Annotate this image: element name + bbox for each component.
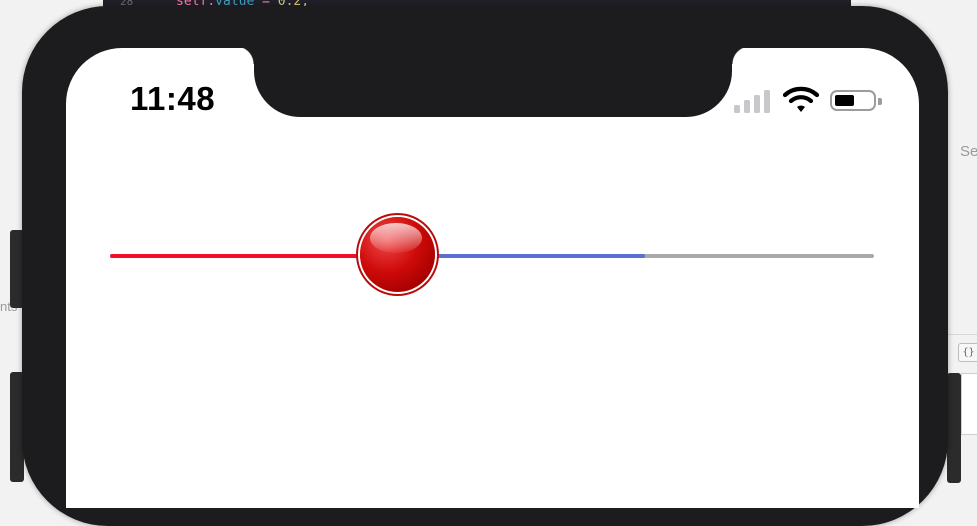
wifi-icon xyxy=(783,86,819,112)
signal-bar-3 xyxy=(754,95,760,113)
device-notch xyxy=(236,46,750,117)
battery-cap xyxy=(878,98,882,105)
device-side-button-right xyxy=(947,373,961,483)
playback-slider[interactable] xyxy=(110,217,874,292)
signal-bar-1 xyxy=(734,105,740,113)
slider-thumb[interactable] xyxy=(359,217,435,292)
status-bar-time: 11:48 xyxy=(130,80,216,117)
braces-button[interactable]: {} xyxy=(958,343,977,362)
signal-bar-4 xyxy=(764,90,770,113)
slider-thumb-gloss xyxy=(369,223,422,253)
battery-icon xyxy=(830,90,876,111)
right-panel-control[interactable] xyxy=(961,373,977,435)
battery-fill xyxy=(835,95,854,106)
right-panel-fragment: Se xyxy=(960,143,977,160)
slider-minimum-track[interactable] xyxy=(110,254,397,258)
status-bar-icons xyxy=(733,84,888,118)
signal-bar-2 xyxy=(744,100,750,113)
